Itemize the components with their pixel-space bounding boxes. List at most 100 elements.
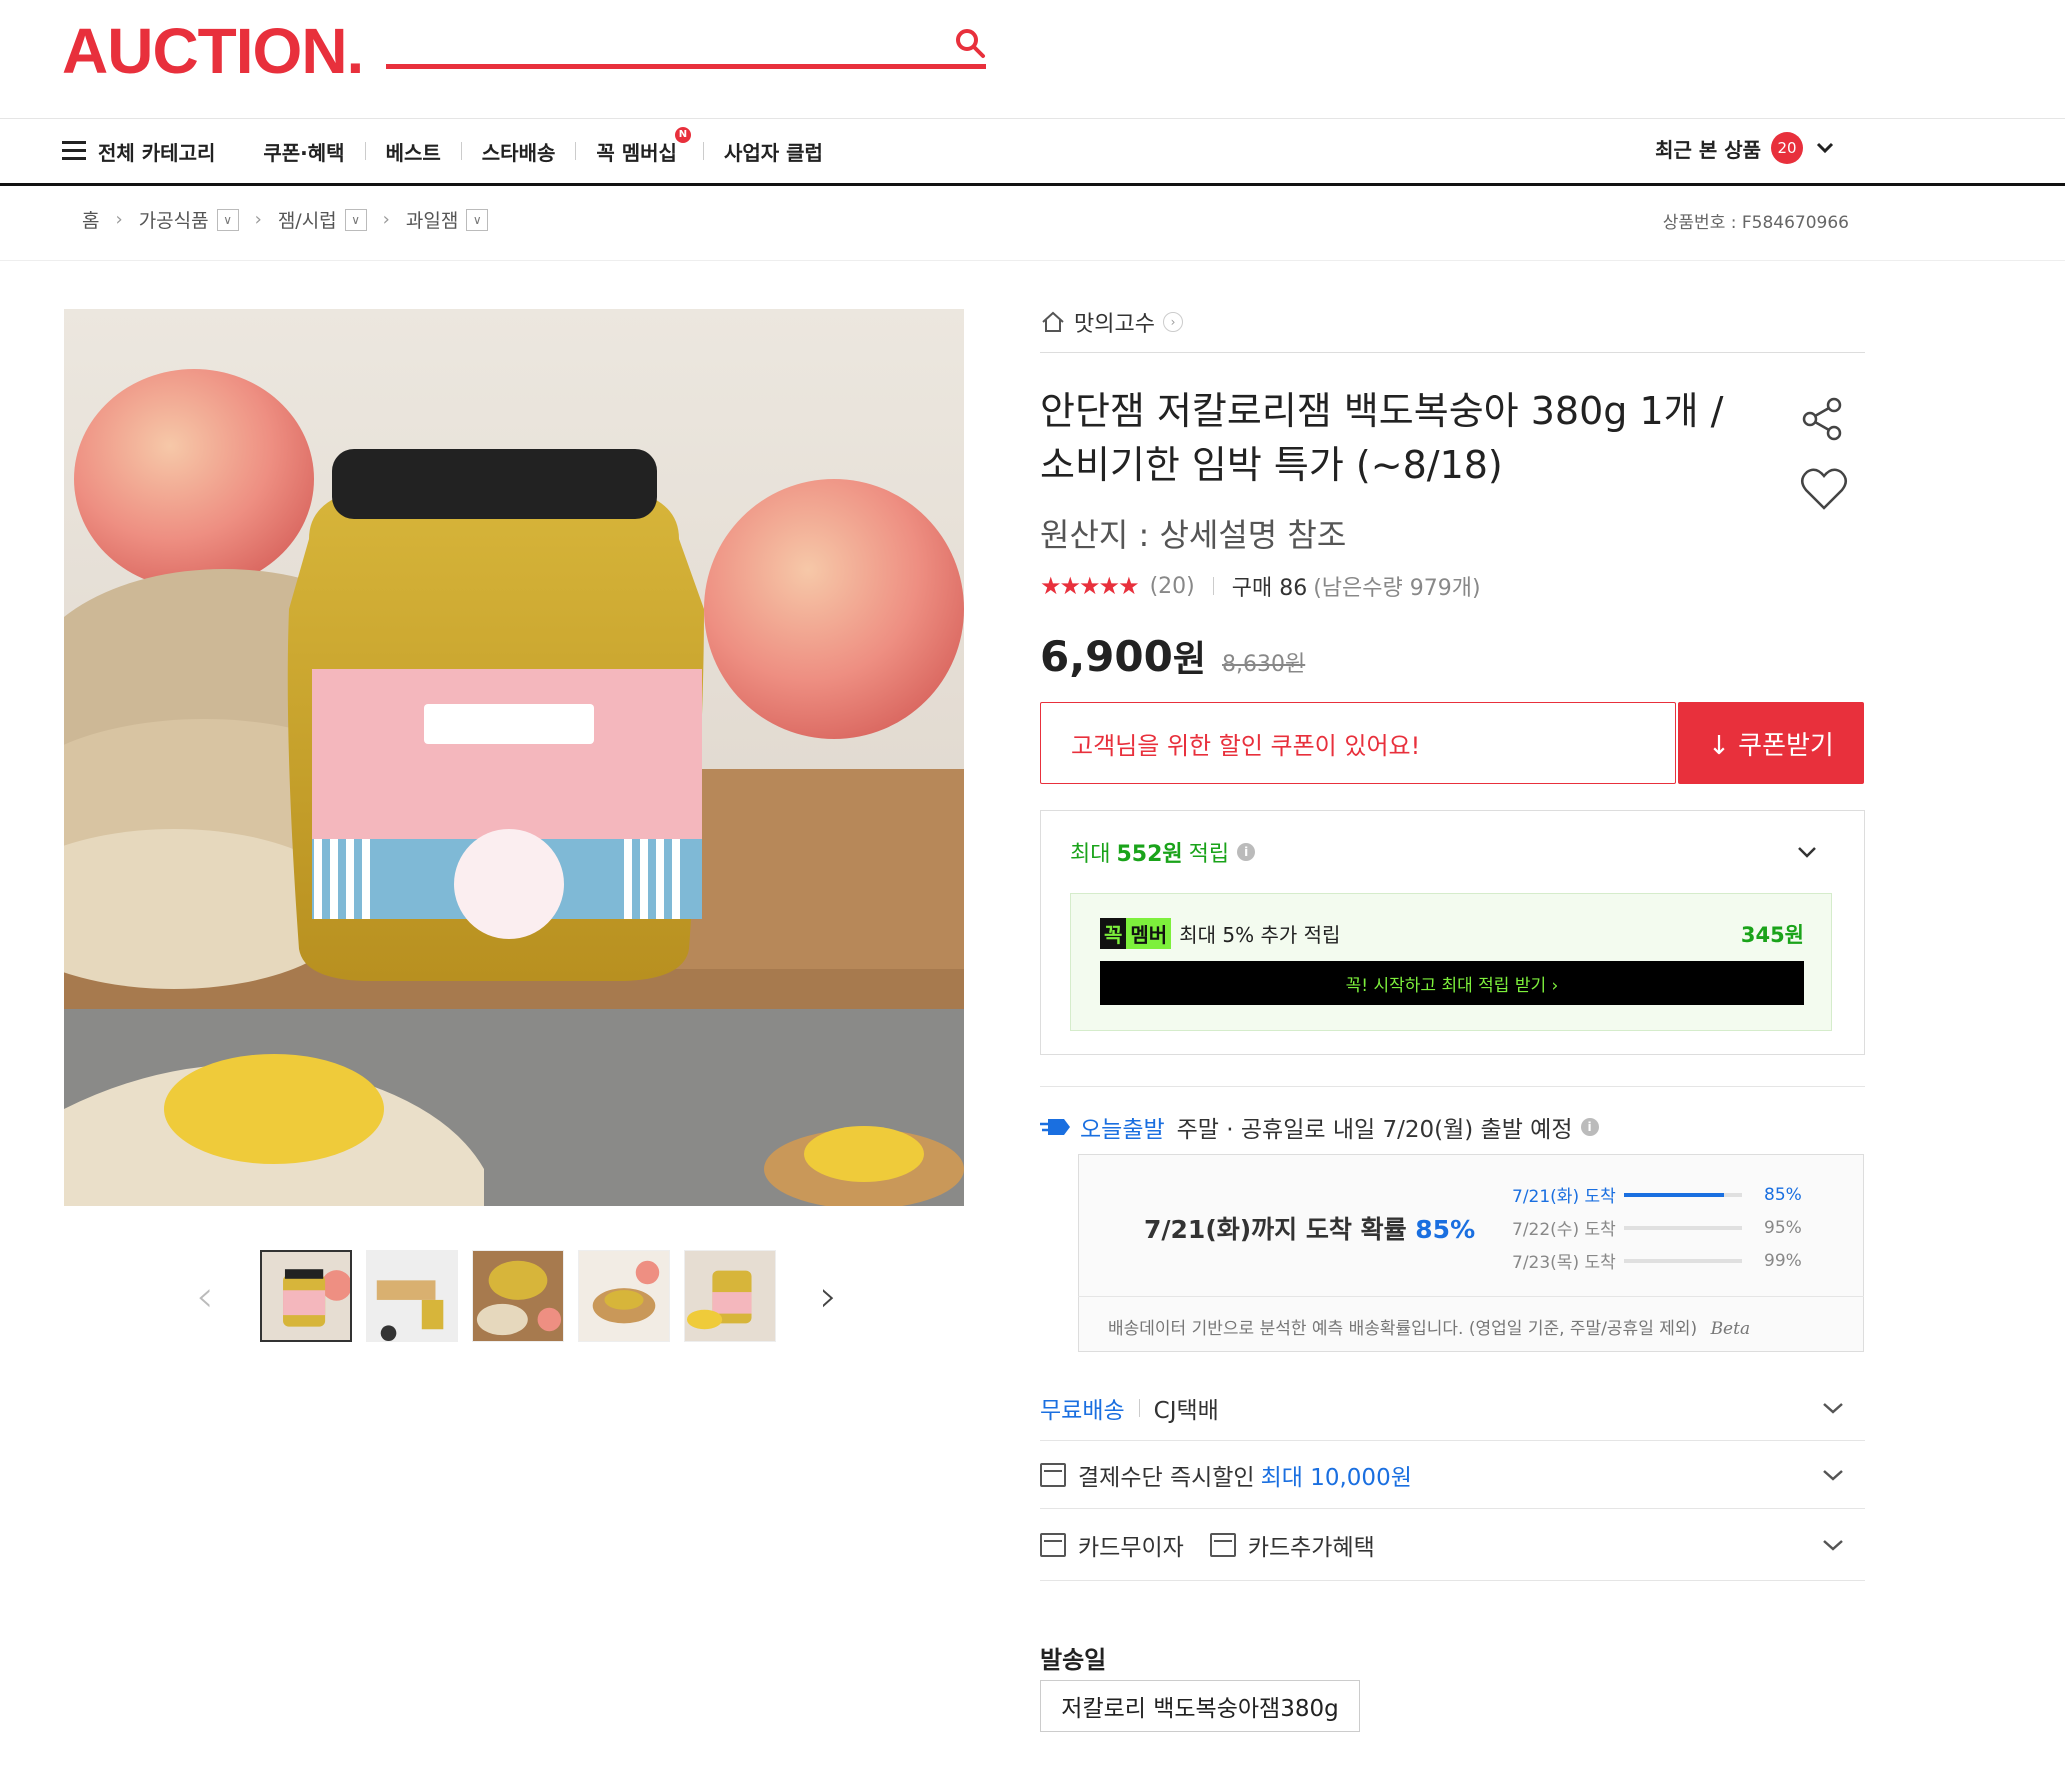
membership-logo-m: 멤버 [1126,918,1172,949]
star-rating-icon: ★★★★★ [1040,572,1140,600]
thumbnail-image[interactable] [365,1250,458,1342]
probability-divider [1078,1296,1864,1297]
membership-logo-k: 꼭 [1100,918,1127,949]
rating-row: ★★★★★ (20) 구매 86 (남은수량 979개) [1040,570,1865,602]
probability-date: 7/22(수) 도착 [1512,1220,1616,1240]
chevron-right-icon: › [1162,312,1183,332]
probability-line: 7/23(목) 도착 99% [1512,1244,1842,1277]
breadcrumb-item[interactable]: 잼/시럽 [278,206,337,233]
breadcrumb-home[interactable]: 홈 [82,206,99,233]
thumbnail-image[interactable] [577,1250,670,1342]
nav-label: 전체 카테고리 [98,140,216,165]
chevron-down-icon [1823,1469,1843,1481]
points-suffix: 적립 [1188,842,1230,867]
probability-bar [1624,1225,1742,1230]
seller-divider [1040,352,1865,353]
thumbnail-strip: ‹ › [196,1250,837,1342]
chevron-down-icon [1823,1539,1843,1551]
payment-amount: 최대 10,000원 [1260,1464,1412,1491]
get-coupon-button[interactable]: ↓ 쿠폰받기 [1678,702,1864,784]
recent-label: 최근 본 상품 [1655,137,1761,162]
delivery-probability-headline: 7/21(화)까지 도착 확률 85% [1144,1210,1475,1246]
chevron-down-icon[interactable]: ∨ [216,208,239,231]
home-icon [1042,311,1064,332]
option-select[interactable]: 저칼로리 백도복숭아잼380g [1040,1680,1360,1732]
nav-star-delivery[interactable]: 스타배송 [482,137,556,166]
price-row: 6,900 원 8,630원 [1040,630,1865,682]
probability-bar [1624,1258,1742,1263]
product-main-image[interactable] [64,309,964,1206]
seller-name: 맛의고수 [1074,312,1155,337]
today-ship-text: 주말 · 공휴일로 내일 7/20(월) 출발 예정 [1176,1117,1573,1143]
card-plus-icon [1209,1532,1236,1557]
nav-business-club[interactable]: 사업자 클럽 [724,137,823,166]
nav-separator [364,142,366,160]
share-icon[interactable] [1800,396,1846,442]
chevron-left-icon[interactable]: ‹ [196,1271,214,1322]
membership-row: 꼭 멤버 최대 5% 추가 적립 345원 [1100,918,1804,949]
chevron-down-icon [1798,847,1816,858]
today-ship-row: 오늘출발 주말 · 공휴일로 내일 7/20(월) 출발 예정 i [1040,1110,1865,1144]
today-ship-label: 오늘출발 [1080,1117,1165,1143]
coupon-message: 고객님을 위한 할인 쿠폰이 있어요! [1040,702,1676,784]
chevron-down-icon[interactable]: ∨ [466,208,489,231]
search-input[interactable] [386,64,986,69]
seller-link[interactable]: 맛의고수 › [1040,306,1865,338]
thumbnail-image[interactable] [259,1250,352,1342]
chevron-right-icon[interactable]: › [820,1271,838,1322]
probability-text: 7/21(화)까지 도착 확률 [1144,1215,1416,1244]
probability-value: 85% [1764,1184,1802,1205]
review-count[interactable]: (20) [1150,574,1195,599]
chevron-down-icon[interactable]: ∨ [344,208,367,231]
chevron-right-icon: › [115,209,123,230]
card-icon [1040,1532,1066,1557]
recent-count-badge: 20 [1771,132,1803,164]
nav-label: 베스트 [385,140,441,165]
chevron-right-icon: › [254,209,262,230]
nav-coupon-benefit[interactable]: 쿠폰·혜택 [263,137,344,166]
remaining-quantity: (남은수량 979개) [1313,576,1481,601]
info-icon[interactable]: i [1580,1118,1599,1136]
breadcrumb-item[interactable]: 과일잼 [406,206,458,233]
free-shipping-row[interactable]: 무료배송 CJ택배 [1040,1375,1865,1441]
card-benefit-label: 카드추가혜택 [1247,1534,1375,1561]
thumbnail-image[interactable] [471,1250,564,1342]
card-benefit-row[interactable]: 카드무이자 카드추가혜택 [1040,1509,1865,1581]
nav-divider [0,118,2065,119]
probability-date: 7/23(목) 도착 [1512,1253,1616,1273]
nav-label: 스타배송 [481,140,556,165]
payment-discount-row[interactable]: 결제수단 즉시할인 최대 10,000원 [1040,1441,1865,1509]
membership-start-button[interactable]: 꼭! 시작하고 최대 적립 받기 › [1100,961,1804,1005]
thumbnail-image[interactable] [683,1250,776,1342]
product-number: 상품번호 : F584670966 [1662,213,1849,233]
chevron-right-icon: › [382,209,390,230]
heart-icon[interactable] [1800,466,1848,512]
nav-best[interactable]: 베스트 [386,137,441,166]
shipping-divider [1040,1086,1865,1087]
breadcrumb-divider [0,260,2065,261]
info-icon[interactable]: i [1237,843,1256,861]
points-prefix: 최대 [1070,842,1111,867]
nav-separator [460,142,462,160]
probability-lines: 7/21(화) 도착 85% 7/22(수) 도착 95% 7/23(목) 도착… [1512,1178,1842,1277]
card-percent-icon [1040,1462,1066,1487]
points-toggle[interactable]: 최대 552원 적립 i [1070,836,1832,868]
membership-amount: 345원 [1740,922,1804,947]
membership-logo: 꼭 멤버 [1100,918,1172,949]
original-price: 8,630원 [1221,652,1306,677]
title-line: 안단잼 저칼로리잼 백도복숭아 380g 1개 / [1040,389,1724,433]
nav-membership[interactable]: 꼭 멤버십 N [596,126,691,166]
note-text: 배송데이터 기반으로 분석한 예측 배송확률입니다. (영업일 기준, 주말/공… [1108,1319,1698,1339]
probability-line: 7/21(화) 도착 85% [1512,1178,1842,1211]
new-badge: N [674,126,691,143]
probability-value: 95% [1764,1217,1802,1238]
sale-price: 6,900 [1040,632,1173,681]
nav-label: 쿠폰·혜택 [263,140,345,165]
auction-logo[interactable]: AUCTION. [62,14,364,88]
menu-icon [62,141,86,161]
breadcrumb-item[interactable]: 가공식품 [139,206,209,233]
recent-viewed-button[interactable]: 최근 본 상품 20 [1655,132,1835,164]
probability-line: 7/22(수) 도착 95% [1512,1211,1842,1244]
search-icon[interactable] [953,26,987,60]
nav-all-categories[interactable]: 전체 카테고리 [62,137,215,166]
